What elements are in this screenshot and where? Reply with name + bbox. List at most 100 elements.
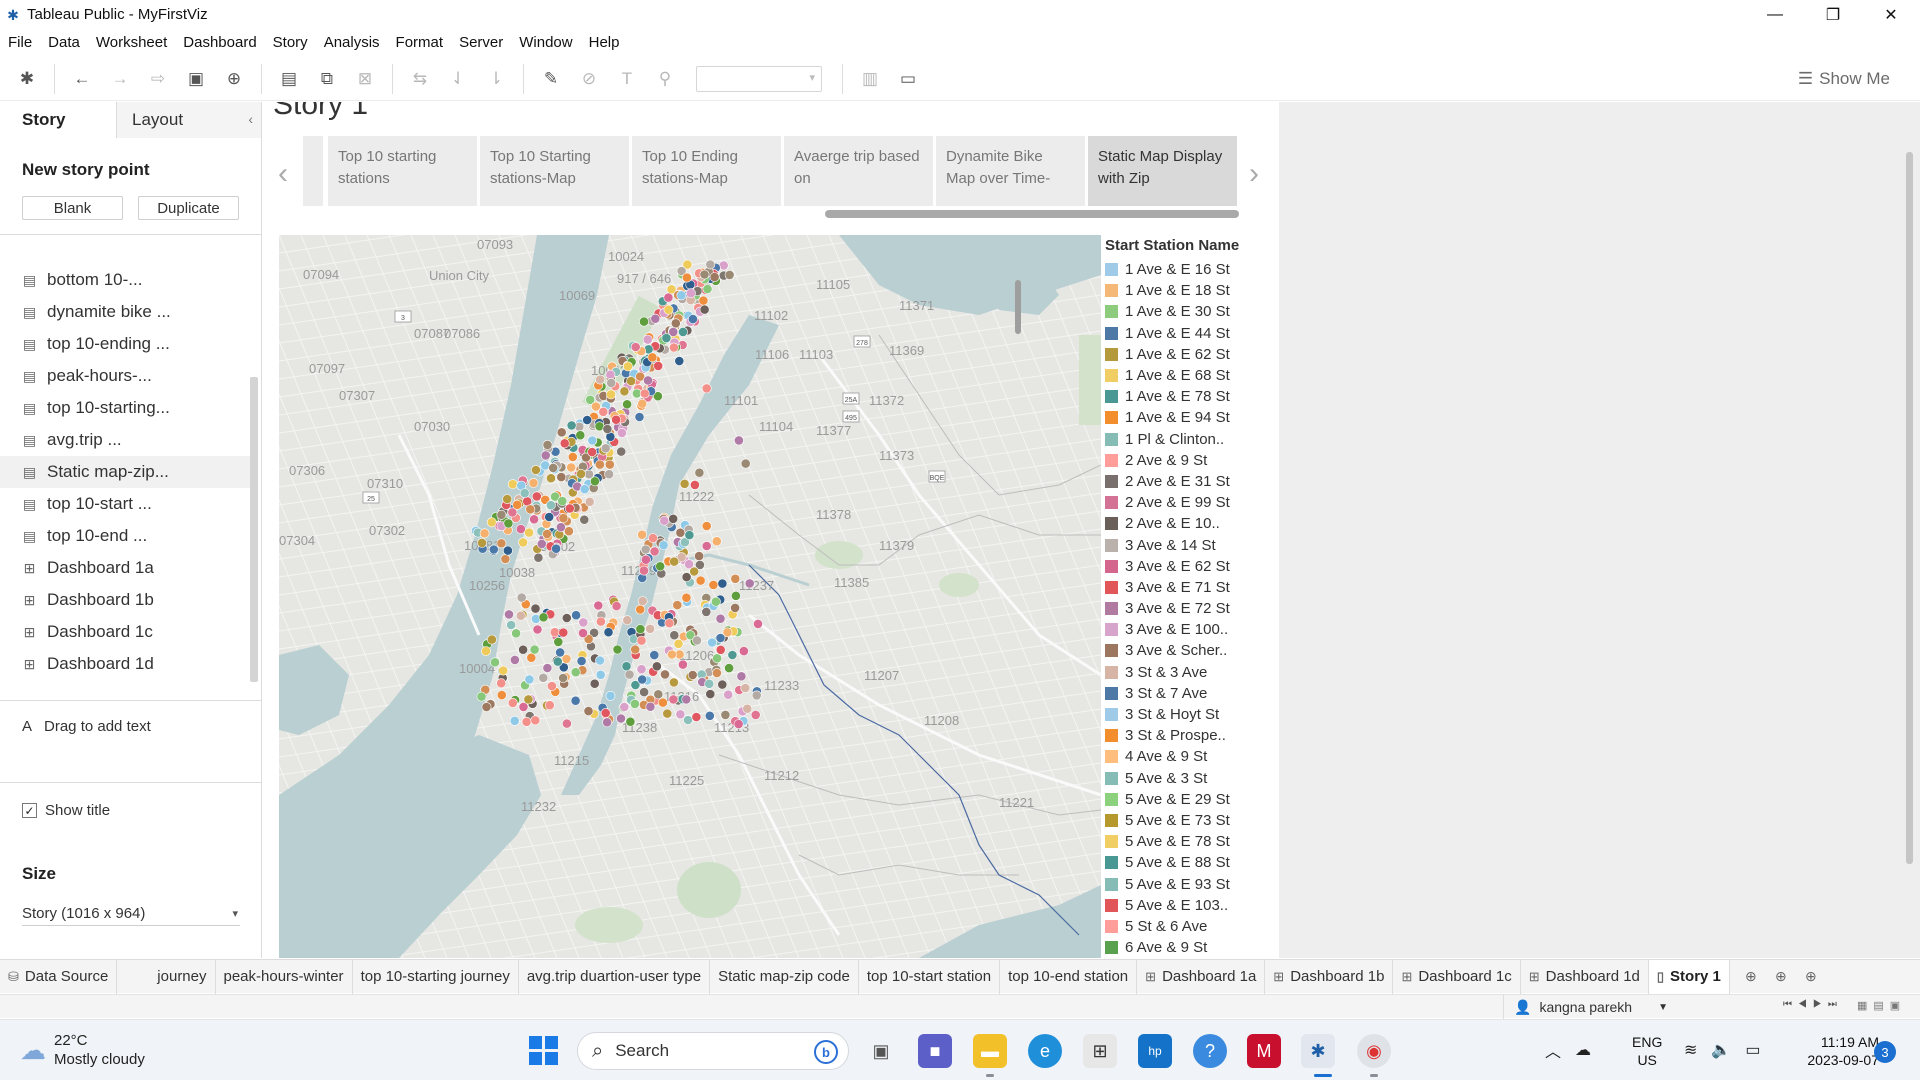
size-dropdown[interactable]: Story (1016 x 964) — [22, 902, 240, 926]
station-marker[interactable] — [669, 556, 680, 567]
legend-item[interactable]: 1 Ave & E 44 St — [1105, 323, 1255, 344]
station-marker[interactable] — [645, 701, 656, 712]
restore-button[interactable]: ❐ — [1804, 0, 1862, 29]
menu-data[interactable]: Data — [40, 34, 88, 51]
station-marker[interactable] — [528, 477, 539, 488]
station-marker[interactable] — [619, 386, 630, 397]
station-marker[interactable] — [583, 706, 594, 716]
station-marker[interactable] — [712, 653, 722, 664]
station-marker[interactable] — [558, 627, 569, 638]
color-legend[interactable]: Start Station Name 1 Ave & E 16 St 1 Ave … — [1105, 237, 1255, 958]
menu-format[interactable]: Format — [388, 34, 452, 51]
station-marker[interactable] — [619, 702, 630, 712]
station-marker[interactable] — [529, 644, 540, 655]
story-point[interactable]: Avaerge trip based on — [784, 136, 933, 206]
station-marker[interactable] — [709, 272, 720, 282]
station-marker[interactable] — [636, 635, 647, 646]
sheet-tab[interactable]: ⊞ Dashboard 1a — [1137, 959, 1266, 994]
station-marker[interactable] — [553, 636, 564, 647]
station-marker[interactable] — [575, 430, 586, 441]
new-story-icon[interactable]: ⊕ — [1796, 968, 1826, 985]
station-marker[interactable] — [523, 694, 534, 705]
station-marker[interactable] — [679, 478, 690, 489]
station-marker[interactable] — [717, 679, 728, 690]
sheet-tab[interactable]: ⊞ Dashboard 1d — [1521, 959, 1649, 994]
station-marker[interactable] — [715, 644, 726, 655]
map-svg[interactable]: 07093 10024 917 / 646 11105 07094 Union City 1… — [279, 235, 1101, 958]
station-marker[interactable] — [578, 617, 589, 628]
station-marker[interactable] — [504, 609, 514, 620]
station-marker[interactable] — [727, 650, 738, 660]
station-marker[interactable] — [687, 314, 698, 324]
show-title-checkbox[interactable]: ✓ Show title — [22, 802, 110, 819]
station-marker[interactable] — [701, 383, 712, 394]
station-marker[interactable] — [630, 342, 641, 352]
user-menu[interactable]: 👤 kangna parekh ▼ — [1503, 995, 1693, 1019]
station-marker[interactable] — [556, 472, 567, 482]
station-marker[interactable] — [684, 530, 695, 540]
menu-server[interactable]: Server — [451, 34, 511, 51]
drag-to-add-text[interactable]: A Drag to add text — [22, 718, 151, 735]
station-marker[interactable] — [689, 479, 700, 490]
view-mode-icons[interactable]: ▦▤▣ — [1857, 999, 1906, 1012]
station-marker[interactable] — [683, 715, 693, 725]
new-data-source-icon[interactable]: ⊕ — [219, 64, 249, 94]
station-marker[interactable] — [642, 334, 653, 345]
legend-item[interactable]: 2 Ave & E 10.. — [1105, 513, 1255, 534]
station-marker[interactable] — [496, 538, 507, 549]
station-marker[interactable] — [542, 439, 553, 450]
legend-item[interactable]: 5 Ave & 3 St — [1105, 768, 1255, 789]
sheet-item[interactable]: ⊞ Dashboard 1a — [0, 552, 250, 584]
duplicate-button[interactable]: Duplicate — [138, 196, 239, 220]
previous-story-point-icon[interactable]: ‹ — [273, 157, 293, 191]
windows-start-icon[interactable] — [529, 1036, 559, 1066]
station-marker[interactable] — [651, 661, 662, 672]
legend-item[interactable]: 5 Ave & E 73 St — [1105, 810, 1255, 831]
station-marker[interactable] — [515, 524, 526, 534]
station-marker[interactable] — [645, 623, 655, 634]
station-marker[interactable] — [511, 628, 521, 639]
redo-icon[interactable]: → — [105, 64, 135, 94]
station-marker[interactable] — [518, 644, 528, 655]
station-marker[interactable] — [481, 702, 492, 712]
onedrive-icon[interactable]: ☁ — [1575, 1040, 1591, 1060]
sheet-tab[interactable]: top 10-starting journey — [353, 959, 519, 994]
station-marker[interactable] — [647, 352, 658, 363]
blank-button[interactable]: Blank — [22, 196, 123, 220]
sheet-tab[interactable]: peak-hours-winter — [216, 959, 353, 994]
station-marker[interactable] — [589, 476, 600, 487]
station-marker[interactable] — [544, 700, 555, 711]
station-marker[interactable] — [509, 654, 520, 665]
station-marker[interactable] — [704, 710, 715, 721]
station-marker[interactable] — [519, 488, 530, 498]
station-marker[interactable] — [674, 356, 685, 366]
station-marker[interactable] — [625, 716, 636, 727]
station-marker[interactable] — [730, 590, 741, 601]
duplicate-sheet-icon[interactable]: ⧉ — [312, 64, 342, 94]
station-marker[interactable] — [635, 624, 646, 634]
station-marker[interactable] — [576, 656, 587, 666]
station-marker[interactable] — [605, 690, 616, 701]
station-marker[interactable] — [546, 681, 557, 691]
station-marker[interactable] — [477, 537, 487, 548]
station-marker[interactable] — [637, 529, 647, 540]
station-marker[interactable] — [695, 575, 706, 586]
station-marker[interactable] — [566, 420, 577, 431]
story-point[interactable]: Top 10 Starting stations-Map — [480, 136, 629, 206]
legend-item[interactable]: 1 Ave & E 18 St — [1105, 280, 1255, 301]
sheet-item[interactable]: ▤ top 10-end ... — [0, 520, 250, 552]
station-marker[interactable] — [669, 630, 680, 641]
menu-window[interactable]: Window — [511, 34, 580, 51]
station-marker[interactable] — [589, 678, 600, 689]
legend-item[interactable]: 2 Ave & E 99 St — [1105, 492, 1255, 513]
station-marker[interactable] — [490, 657, 500, 668]
station-marker[interactable] — [622, 615, 633, 626]
new-dashboard-icon[interactable]: ⊕ — [1766, 968, 1796, 985]
station-marker[interactable] — [516, 592, 527, 603]
station-marker[interactable] — [506, 620, 516, 630]
station-marker[interactable] — [668, 342, 679, 353]
station-marker[interactable] — [530, 465, 541, 475]
station-marker[interactable] — [512, 499, 523, 510]
station-marker[interactable] — [570, 695, 581, 706]
station-marker[interactable] — [604, 469, 614, 480]
